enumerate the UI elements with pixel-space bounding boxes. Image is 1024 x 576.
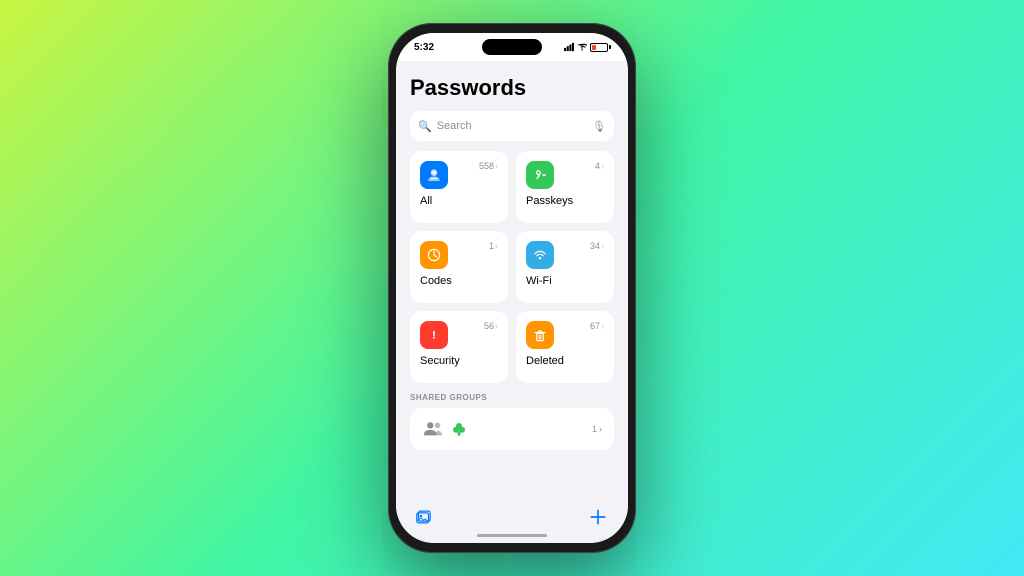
grid-card-security[interactable]: ! 56 › Security [410,311,508,383]
photo-library-icon[interactable] [416,507,436,527]
grid-card-wifi[interactable]: 34 › Wi-Fi [516,231,614,303]
security-label: Security [420,355,498,367]
wifi-count: 34 [590,241,600,251]
add-icon[interactable] [588,507,608,527]
shared-groups-row[interactable]: 1 › [410,408,614,450]
grid-card-passkeys[interactable]: 4 › Passkeys [516,151,614,223]
codes-label: Codes [420,275,498,287]
wifi-status-icon [577,42,587,52]
clover-icon [450,420,468,438]
codes-count: 1 [489,241,494,251]
main-content[interactable]: Passwords 🔍 Search 🎙 [396,61,628,499]
group-people-icon [422,418,444,440]
phone-frame: 5:32 [388,23,636,553]
passkeys-chevron: › [601,161,604,171]
page-title: Passwords [410,75,614,101]
passkeys-count: 4 [595,161,600,171]
search-bar[interactable]: 🔍 Search 🎙 [410,111,614,141]
search-placeholder: Search [437,120,587,132]
wifi-icon [526,241,554,269]
grid-card-codes[interactable]: 1 › Codes [410,231,508,303]
shared-count: 1 › [592,424,602,434]
deleted-icon [526,321,554,349]
phone-screen: 5:32 [396,33,628,543]
passkeys-icon [526,161,554,189]
all-icon [420,161,448,189]
svg-text:!: ! [432,330,436,342]
codes-chevron: › [495,241,498,251]
security-chevron: › [495,321,498,331]
passkeys-label: Passkeys [526,195,604,207]
wifi-label: Wi-Fi [526,275,604,287]
deleted-count: 67 [590,321,600,331]
grid-card-deleted[interactable]: 67 › Deleted [516,311,614,383]
codes-icon [420,241,448,269]
search-icon: 🔍 [418,120,432,133]
deleted-chevron: › [601,321,604,331]
mic-icon[interactable]: 🎙 [592,120,606,133]
security-count: 56 [484,321,494,331]
shared-avatars [422,418,468,440]
home-indicator [477,534,547,537]
shared-groups-header: SHARED GROUPS [410,393,614,402]
deleted-label: Deleted [526,355,604,367]
grid-card-all[interactable]: 558 › All [410,151,508,223]
wifi-chevron: › [601,241,604,251]
all-label: All [420,195,498,207]
security-icon: ! [420,321,448,349]
signal-icon [564,42,574,52]
all-chevron: › [495,161,498,171]
password-grid: 558 › All [410,151,614,383]
battery-icon [590,43,608,52]
dynamic-island [482,39,542,55]
status-icons [564,42,608,52]
all-count: 558 [479,161,494,171]
status-time: 5:32 [414,42,434,53]
